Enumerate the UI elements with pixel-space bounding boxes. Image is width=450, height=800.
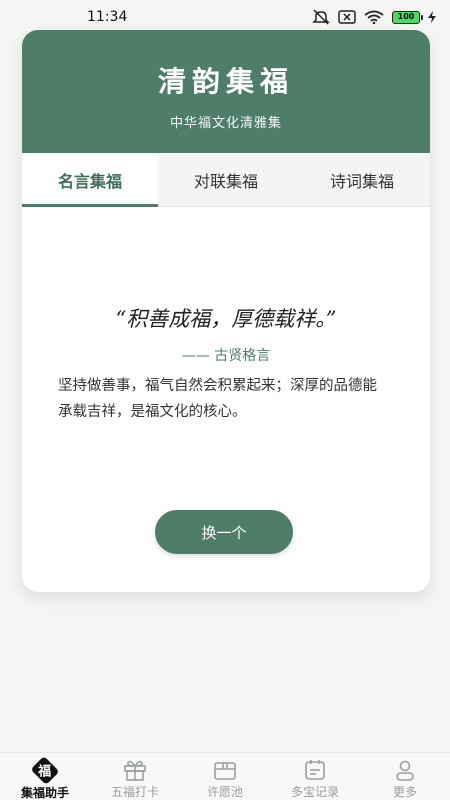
main-card: 清韵集福 中华福文化清雅集 名言集福 对联集福 诗词集福 “积善成福，厚德载祥。… [22, 30, 430, 592]
card-header: 清韵集福 中华福文化清雅集 [22, 30, 430, 153]
nav-label: 许愿池 [206, 785, 243, 799]
fu-icon: 福 [30, 756, 60, 785]
sim-off-icon [338, 10, 356, 24]
nav-label: 更多 [392, 785, 417, 799]
quote-source: —— 古贤格言 [181, 348, 271, 364]
gift-icon [124, 760, 146, 781]
box-icon [214, 762, 236, 780]
tab-label: 对联集福 [193, 171, 258, 191]
nav-label: 五福打卡 [110, 785, 159, 799]
quote-explanation: 坚持做善事，福气自然会积累起来；深厚的品德能承载吉祥，是福文化的核心。 [58, 378, 377, 420]
tab-quotes[interactable]: 名言集福 [22, 153, 158, 207]
mute-icon [312, 9, 330, 25]
tab-label: 名言集福 [57, 171, 122, 191]
tab-label: 诗词集福 [329, 171, 394, 191]
tab-bar: 名言集福 对联集福 诗词集福 [22, 153, 430, 207]
quote-text: “积善成福，厚德载祥。” [115, 307, 337, 331]
tab-couplets[interactable]: 对联集福 [158, 153, 294, 206]
nav-label: 多宝记录 [290, 785, 339, 799]
wifi-icon [364, 10, 384, 24]
nav-item-more[interactable]: 更多 [360, 753, 450, 800]
tab-poems[interactable]: 诗词集福 [294, 153, 430, 206]
nav-item-assistant[interactable]: 福 集福助手 [0, 753, 90, 800]
status-bar: 11:34 100 [0, 0, 450, 34]
status-icons: 100 [312, 9, 436, 25]
battery-icon: 100 [392, 10, 423, 24]
change-button[interactable]: 换一个 [155, 510, 293, 554]
nav-label: 集福助手 [20, 786, 69, 800]
charging-icon [428, 11, 436, 23]
nav-item-records[interactable]: 多宝记录 [270, 753, 360, 800]
user-icon [396, 760, 414, 781]
page-title: 清韵集福 [157, 65, 294, 98]
bottom-nav: 福 集福助手 五福打卡 许愿池 多宝记录 更多 [0, 752, 450, 800]
record-icon [305, 760, 325, 780]
fu-badge-char: 福 [38, 764, 52, 780]
nav-item-wish[interactable]: 许愿池 [180, 753, 270, 800]
nav-item-checkin[interactable]: 五福打卡 [90, 753, 180, 800]
battery-level: 100 [397, 12, 415, 21]
status-time: 11:34 [87, 9, 128, 25]
app-screen: 11:34 100 清韵集福 中华福文化清雅集 名言集福 对联集福 诗词集福 “… [0, 0, 450, 800]
page-subtitle: 中华福文化清雅集 [169, 116, 282, 131]
